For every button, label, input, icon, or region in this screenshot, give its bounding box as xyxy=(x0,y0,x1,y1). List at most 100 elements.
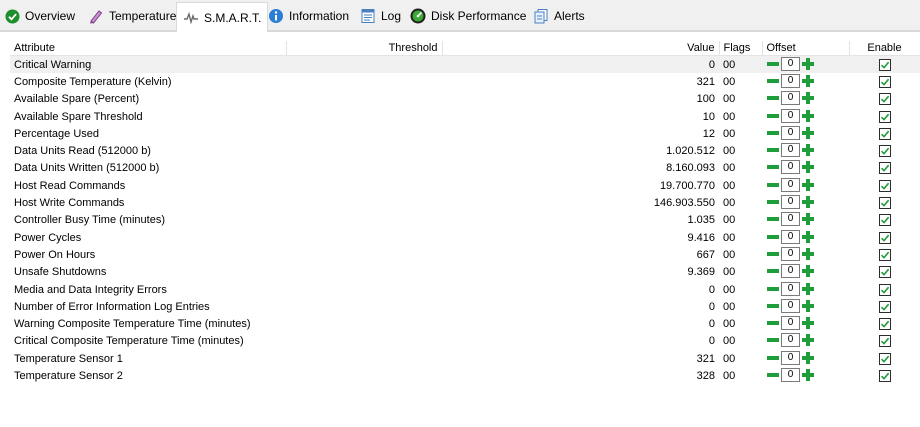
decrement-button[interactable] xyxy=(766,212,780,226)
offset-field[interactable]: 0 xyxy=(781,91,800,106)
decrement-button[interactable] xyxy=(766,299,780,313)
decrement-button[interactable] xyxy=(766,264,780,278)
decrement-button[interactable] xyxy=(766,230,780,244)
column-header-enable[interactable]: Enable xyxy=(849,41,920,56)
offset-field[interactable]: 0 xyxy=(781,160,800,175)
decrement-button[interactable] xyxy=(766,316,780,330)
increment-button[interactable] xyxy=(801,316,815,330)
decrement-button[interactable] xyxy=(766,247,780,261)
offset-field[interactable]: 0 xyxy=(781,125,800,140)
offset-field[interactable]: 0 xyxy=(781,350,800,365)
enable-checkbox[interactable] xyxy=(878,318,891,331)
tab-alerts[interactable]: Alerts xyxy=(533,5,585,27)
increment-button[interactable] xyxy=(801,91,815,105)
offset-field[interactable]: 0 xyxy=(781,56,800,71)
enable-checkbox[interactable] xyxy=(878,58,891,71)
offset-field[interactable]: 0 xyxy=(781,298,800,313)
table-row[interactable]: Temperature Sensor 2 328 00 0 xyxy=(10,367,920,384)
increment-button[interactable] xyxy=(801,351,815,365)
table-row[interactable]: Host Write Commands 146.903.550 00 0 xyxy=(10,194,920,211)
table-row[interactable]: Data Units Read (512000 b) 1.020.512 00 0 xyxy=(10,142,920,159)
decrement-button[interactable] xyxy=(766,143,780,157)
increment-button[interactable] xyxy=(801,160,815,174)
enable-checkbox[interactable] xyxy=(878,335,891,348)
offset-field[interactable]: 0 xyxy=(781,229,800,244)
enable-checkbox[interactable] xyxy=(878,283,891,296)
column-header-threshold[interactable]: Threshold xyxy=(286,41,443,56)
decrement-button[interactable] xyxy=(766,282,780,296)
increment-button[interactable] xyxy=(801,368,815,382)
offset-field[interactable]: 0 xyxy=(781,195,800,210)
increment-button[interactable] xyxy=(801,333,815,347)
table-row[interactable]: Controller Busy Time (minutes) 1.035 00 0 xyxy=(10,212,920,229)
table-row[interactable]: Temperature Sensor 1 321 00 0 xyxy=(10,350,920,367)
tab-information[interactable]: Information xyxy=(268,5,349,27)
increment-button[interactable] xyxy=(801,264,815,278)
increment-button[interactable] xyxy=(801,178,815,192)
offset-field[interactable]: 0 xyxy=(781,177,800,192)
tab-smart[interactable]: S.M.A.R.T. xyxy=(176,2,269,32)
enable-checkbox[interactable] xyxy=(878,248,891,261)
increment-button[interactable] xyxy=(801,282,815,296)
enable-checkbox[interactable] xyxy=(878,352,891,365)
increment-button[interactable] xyxy=(801,212,815,226)
table-row[interactable]: Critical Warning 0 00 0 xyxy=(10,55,920,74)
table-row[interactable]: Host Read Commands 19.700.770 00 0 xyxy=(10,177,920,194)
table-row[interactable]: Composite Temperature (Kelvin) 321 00 0 xyxy=(10,73,920,90)
decrement-button[interactable] xyxy=(766,351,780,365)
offset-field[interactable]: 0 xyxy=(781,212,800,227)
enable-checkbox[interactable] xyxy=(878,179,891,192)
increment-button[interactable] xyxy=(801,299,815,313)
increment-button[interactable] xyxy=(801,74,815,88)
decrement-button[interactable] xyxy=(766,74,780,88)
table-row[interactable]: Warning Composite Temperature Time (minu… xyxy=(10,315,920,332)
decrement-button[interactable] xyxy=(766,109,780,123)
offset-field[interactable]: 0 xyxy=(781,333,800,348)
enable-checkbox[interactable] xyxy=(878,214,891,227)
table-row[interactable]: Number of Error Information Log Entries 0… xyxy=(10,298,920,315)
increment-button[interactable] xyxy=(801,247,815,261)
table-row[interactable]: Available Spare (Percent) 100 00 0 xyxy=(10,91,920,108)
enable-checkbox[interactable] xyxy=(878,266,891,279)
decrement-button[interactable] xyxy=(766,178,780,192)
offset-field[interactable]: 0 xyxy=(781,281,800,296)
enable-checkbox[interactable] xyxy=(878,127,891,140)
table-row[interactable]: Data Units Written (512000 b) 8.160.093 00… xyxy=(10,160,920,177)
enable-checkbox[interactable] xyxy=(878,75,891,88)
tab-temperature[interactable]: Temperature xyxy=(88,5,176,27)
decrement-button[interactable] xyxy=(766,126,780,140)
tab-overview[interactable]: Overview xyxy=(4,5,75,27)
decrement-button[interactable] xyxy=(766,160,780,174)
decrement-button[interactable] xyxy=(766,368,780,382)
tab-log[interactable]: Log xyxy=(360,5,401,27)
column-header-value[interactable]: Value xyxy=(442,41,720,56)
offset-field[interactable]: 0 xyxy=(781,316,800,331)
offset-field[interactable]: 0 xyxy=(781,73,800,88)
enable-checkbox[interactable] xyxy=(878,93,891,106)
offset-field[interactable]: 0 xyxy=(781,264,800,279)
increment-button[interactable] xyxy=(801,195,815,209)
enable-checkbox[interactable] xyxy=(878,231,891,244)
table-row[interactable]: Percentage Used 12 00 0 xyxy=(10,125,920,142)
decrement-button[interactable] xyxy=(766,57,780,71)
enable-checkbox[interactable] xyxy=(878,110,891,123)
increment-button[interactable] xyxy=(801,126,815,140)
table-row[interactable]: Critical Composite Temperature Time (min… xyxy=(10,333,920,350)
offset-field[interactable]: 0 xyxy=(781,108,800,123)
table-row[interactable]: Power On Hours 667 00 0 xyxy=(10,246,920,263)
table-row[interactable]: Available Spare Threshold 10 00 0 xyxy=(10,108,920,125)
increment-button[interactable] xyxy=(801,143,815,157)
table-row[interactable]: Power Cycles 9.416 00 0 xyxy=(10,229,920,246)
tab-disk-performance[interactable]: Disk Performance xyxy=(410,5,526,27)
decrement-button[interactable] xyxy=(766,333,780,347)
increment-button[interactable] xyxy=(801,57,815,71)
decrement-button[interactable] xyxy=(766,195,780,209)
enable-checkbox[interactable] xyxy=(878,300,891,313)
offset-field[interactable]: 0 xyxy=(781,246,800,261)
enable-checkbox[interactable] xyxy=(878,162,891,175)
offset-field[interactable]: 0 xyxy=(781,143,800,158)
column-header-attribute[interactable]: Attribute xyxy=(10,41,287,56)
column-header-flags[interactable]: Flags xyxy=(719,41,763,56)
enable-checkbox[interactable] xyxy=(878,197,891,210)
decrement-button[interactable] xyxy=(766,91,780,105)
